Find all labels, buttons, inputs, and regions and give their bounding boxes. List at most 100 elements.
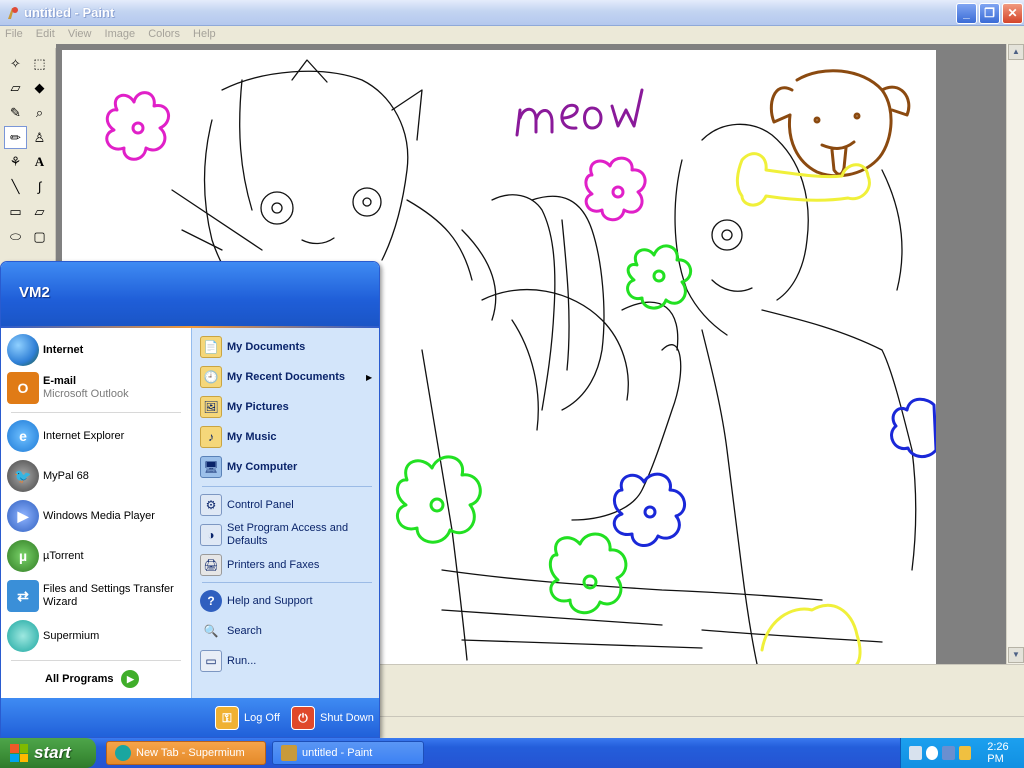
- menu-colors[interactable]: Colors: [143, 26, 185, 42]
- task-paint-label: untitled - Paint: [302, 747, 373, 759]
- line-icon[interactable]: ╲: [4, 175, 27, 198]
- brush-icon[interactable]: ♙: [28, 126, 51, 149]
- place-label: Run...: [227, 654, 257, 667]
- recent-supermium-label: Supermium: [43, 629, 100, 642]
- scroll-up-arrow-icon[interactable]: ▲: [1008, 44, 1024, 60]
- pinned-separator: [11, 412, 181, 413]
- printer-icon: 🖨: [200, 554, 222, 576]
- keyboard-icon[interactable]: [909, 746, 922, 760]
- task-supermium[interactable]: New Tab - Supermium: [106, 741, 266, 765]
- polygon-icon[interactable]: ▱: [28, 200, 51, 223]
- place-search[interactable]: 🔍 Search: [200, 620, 262, 642]
- place-label: My Documents: [227, 340, 306, 353]
- recent-transfer-wizard[interactable]: ⇄ Files and Settings Transfer Wizard: [7, 580, 183, 612]
- recent-transfer-label: Files and Settings Transfer Wizard: [43, 583, 174, 608]
- task-supermium-label: New Tab - Supermium: [136, 747, 245, 759]
- pinned-internet[interactable]: Internet: [7, 334, 83, 366]
- key-icon: ⚿: [215, 706, 239, 730]
- place-program-defaults[interactable]: ◑ Set Program Access and Defaults: [200, 522, 357, 548]
- network-icon[interactable]: [942, 746, 955, 760]
- place-help[interactable]: ? Help and Support: [200, 590, 313, 612]
- scroll-down-arrow-icon[interactable]: ▼: [1008, 647, 1024, 663]
- place-control-panel[interactable]: ⚙ Control Panel: [200, 494, 294, 516]
- recent-ie-label: Internet Explorer: [43, 429, 125, 442]
- recent-utorrent[interactable]: µ µTorrent: [7, 540, 84, 572]
- place-recent-documents[interactable]: 🕘 My Recent Documents ▶: [200, 366, 376, 388]
- fill-bucket-icon[interactable]: ◆: [28, 76, 51, 99]
- place-label: Set Program Access and Defaults: [227, 522, 349, 547]
- all-programs-separator: [11, 660, 181, 661]
- recent-media-player[interactable]: ▶ Windows Media Player: [7, 500, 155, 532]
- color-picker-icon[interactable]: ✎: [4, 101, 27, 124]
- folder-music-icon: ♪: [200, 426, 222, 448]
- windows-flag-icon: [10, 744, 28, 762]
- place-my-documents[interactable]: 📄 My Documents: [200, 336, 305, 358]
- rounded-rect-icon[interactable]: ▢: [28, 225, 51, 248]
- task-paint[interactable]: untitled - Paint: [272, 741, 424, 765]
- pinned-email[interactable]: O E-mail Microsoft Outlook: [7, 372, 129, 404]
- recent-mypal[interactable]: 🐦 MyPal 68: [7, 460, 89, 492]
- all-programs-button[interactable]: All Programs ▶: [45, 670, 140, 688]
- expand-tray-icon[interactable]: [925, 746, 939, 760]
- computer-icon: 🖥: [200, 456, 222, 478]
- internet-explorer-icon: e: [7, 420, 39, 452]
- recent-mypal-label: MyPal 68: [43, 469, 89, 482]
- start-button[interactable]: start: [0, 738, 96, 768]
- programs-column: Internet O E-mail Microsoft Outlook e In…: [1, 328, 191, 698]
- rectangle-icon[interactable]: ▭: [4, 200, 27, 223]
- menu-edit[interactable]: Edit: [31, 26, 60, 42]
- place-label: Help and Support: [227, 594, 313, 607]
- close-button[interactable]: ✕: [1002, 3, 1023, 24]
- globe-icon: [7, 334, 39, 366]
- menu-file[interactable]: File: [0, 26, 28, 42]
- minimize-button[interactable]: _: [956, 3, 977, 24]
- place-label: Control Panel: [227, 498, 294, 511]
- recent-wmp-label: Windows Media Player: [43, 509, 155, 522]
- log-off-label: Log Off: [244, 712, 280, 724]
- folder-pictures-icon: 🖼: [200, 396, 222, 418]
- menu-help[interactable]: Help: [188, 26, 221, 42]
- magnifier-icon[interactable]: ⌕: [28, 101, 51, 124]
- shut-down-button[interactable]: ⏻ Shut Down: [291, 706, 374, 730]
- volume-icon[interactable]: [958, 746, 972, 760]
- control-panel-icon: ⚙: [200, 494, 222, 516]
- log-off-button[interactable]: ⚿ Log Off: [215, 706, 280, 730]
- curve-icon[interactable]: ∫: [28, 175, 51, 198]
- vertical-scrollbar[interactable]: ▲ ▼: [1006, 44, 1024, 664]
- pencil-icon[interactable]: ✏: [4, 126, 27, 149]
- start-menu-footer: ⚿ Log Off ⏻ Shut Down: [1, 698, 379, 737]
- title-bar[interactable]: untitled - Paint _ ❐ ✕: [0, 0, 1024, 26]
- recent-supermium[interactable]: Supermium: [7, 620, 99, 652]
- pinned-email-sublabel: Microsoft Outlook: [43, 388, 129, 400]
- place-label: My Pictures: [227, 400, 289, 413]
- free-select-icon[interactable]: ✧: [4, 52, 27, 75]
- menu-image[interactable]: Image: [100, 26, 141, 42]
- transfer-wizard-icon: ⇄: [7, 580, 39, 612]
- places-separator: [202, 486, 372, 487]
- menu-view[interactable]: View: [63, 26, 97, 42]
- place-label: My Recent Documents: [227, 370, 345, 383]
- start-menu-header: VM2: [1, 262, 379, 326]
- place-my-computer[interactable]: 🖥 My Computer: [200, 456, 297, 478]
- mypal-icon: 🐦: [7, 460, 39, 492]
- program-defaults-icon: ◑: [200, 524, 222, 546]
- outlook-icon: O: [7, 372, 39, 404]
- place-my-music[interactable]: ♪ My Music: [200, 426, 277, 448]
- text-tool-icon[interactable]: A: [28, 150, 51, 173]
- place-my-pictures[interactable]: 🖼 My Pictures: [200, 396, 289, 418]
- places-separator: [202, 582, 372, 583]
- eraser-icon[interactable]: ▱: [4, 76, 27, 99]
- pinned-email-text: E-mail Microsoft Outlook: [43, 375, 129, 401]
- window-title: untitled - Paint: [24, 5, 115, 20]
- maximize-button[interactable]: ❐: [979, 3, 1000, 24]
- paint-task-icon: [281, 745, 297, 761]
- supermium-task-icon: [115, 745, 131, 761]
- green-arrow-icon: ▶: [121, 670, 140, 688]
- place-run[interactable]: ▭ Run...: [200, 650, 256, 672]
- ellipse-icon[interactable]: ⬭: [4, 225, 27, 248]
- recent-internet-explorer[interactable]: e Internet Explorer: [7, 420, 124, 452]
- airbrush-icon[interactable]: ⚘: [4, 150, 27, 173]
- place-printers[interactable]: 🖨 Printers and Faxes: [200, 554, 319, 576]
- search-icon: 🔍: [203, 624, 219, 638]
- rect-select-icon[interactable]: ⬚: [28, 52, 51, 75]
